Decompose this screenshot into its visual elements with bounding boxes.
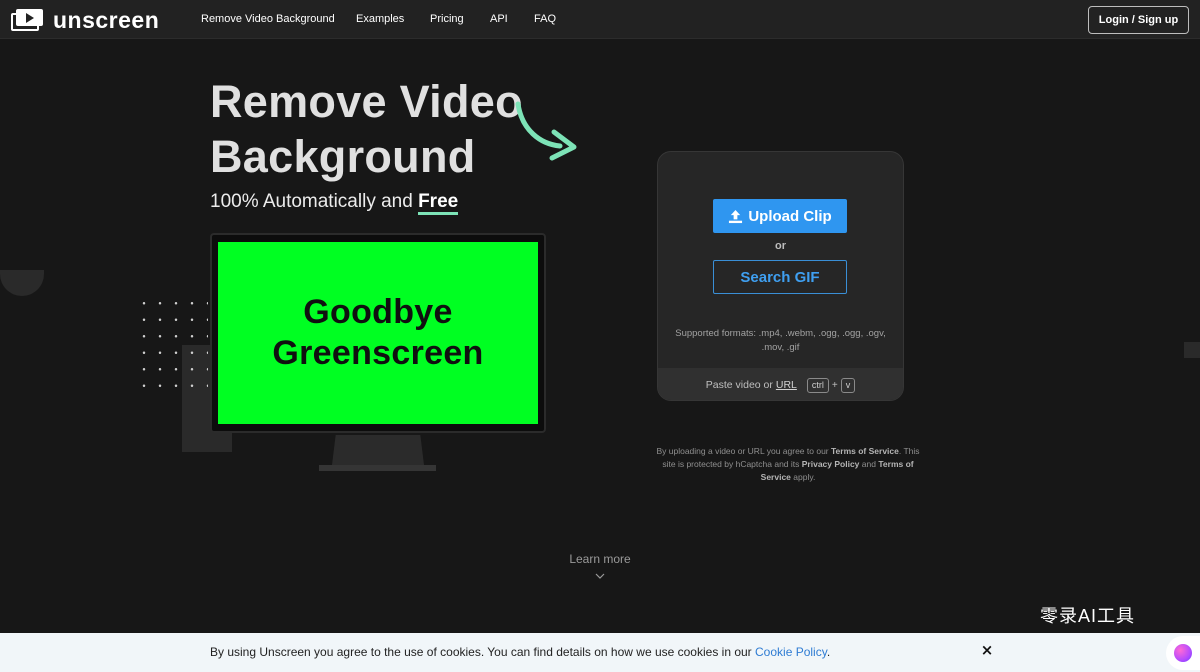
cookie-text: By using Unscreen you agree to the use o… [210, 645, 830, 659]
legal-notice: By uploading a video or URL you agree to… [652, 445, 924, 484]
nav-link-faq[interactable]: FAQ [534, 13, 556, 26]
hero-subtitle-prefix: 100% Automatically and [210, 191, 413, 212]
decor-dot-grid [136, 295, 208, 397]
key-v: v [840, 377, 856, 393]
paste-bar[interactable]: Paste video or URL ctrl + v [658, 368, 903, 400]
watermark-text: 零录AI工具 [1040, 606, 1136, 626]
logo[interactable]: unscreen [11, 7, 160, 33]
assistant-icon [1174, 644, 1192, 662]
hero-title-line2: Background [210, 131, 476, 182]
key-ctrl: ctrl [806, 377, 829, 393]
screen-text-line2: Greenscreen [272, 334, 484, 372]
nav-link-examples[interactable]: Examples [356, 13, 404, 26]
screen-text-line1: Goodbye [303, 293, 453, 331]
paste-url-link[interactable]: URL [776, 379, 797, 391]
legal-text-1: By uploading a video or URL you agree to… [656, 446, 829, 456]
nav-link-api[interactable]: API [490, 13, 508, 26]
cookie-message: By using Unscreen you agree to the use o… [210, 645, 752, 659]
cookie-period: . [826, 645, 831, 659]
nav-link-pricing[interactable]: Pricing [430, 13, 464, 26]
terms-of-service-link[interactable]: Terms of Service [831, 446, 899, 456]
hero-title: Remove Video Background [210, 74, 523, 184]
logo-text: unscreen [53, 7, 160, 33]
hero-title-line1: Remove Video [210, 76, 523, 127]
privacy-policy-link[interactable]: Privacy Policy [802, 459, 860, 469]
paste-prefix: Paste video or [705, 379, 773, 391]
upload-icon [729, 209, 743, 223]
hero-subtitle: 100% Automatically and Free [210, 190, 459, 215]
cookie-banner: By using Unscreen you agree to the use o… [0, 633, 1200, 672]
monitor-illustration: Goodbye Greenscreen [210, 233, 546, 433]
nav-link-remove-video-background[interactable]: Remove Video Background [201, 13, 335, 26]
floating-assistant-badge[interactable] [1166, 636, 1200, 670]
chevron-down-icon[interactable] [595, 571, 605, 581]
upload-card: Upload Clip or Search GIF Supported form… [657, 151, 904, 401]
legal-text-4: apply. [793, 472, 816, 482]
greenscreen-display: Goodbye Greenscreen [218, 242, 538, 424]
play-logo-icon [11, 9, 43, 31]
decor-half-circle [0, 270, 44, 296]
legal-text-3: and [861, 459, 876, 469]
close-icon[interactable]: × [979, 641, 995, 659]
cookie-policy-link[interactable]: Cookie Policy [755, 645, 827, 659]
monitor-stand-base [319, 465, 436, 471]
login-signup-button[interactable]: Login / Sign up [1088, 6, 1189, 34]
decor-square [1184, 342, 1200, 358]
upload-clip-label: Upload Clip [748, 207, 832, 225]
or-separator: or [775, 240, 786, 252]
learn-more-link[interactable]: Learn more [540, 552, 660, 566]
upload-clip-button[interactable]: Upload Clip [713, 199, 847, 233]
hero-subtitle-free: Free [418, 191, 459, 215]
top-nav: unscreen Remove Video Background Example… [0, 0, 1200, 39]
monitor-stand [332, 435, 424, 465]
supported-formats: Supported formats: .mp4, .webm, .ogg, .o… [675, 328, 886, 353]
curved-arrow-icon [515, 101, 577, 161]
key-plus: + [831, 379, 838, 391]
search-gif-button[interactable]: Search GIF [713, 260, 847, 294]
